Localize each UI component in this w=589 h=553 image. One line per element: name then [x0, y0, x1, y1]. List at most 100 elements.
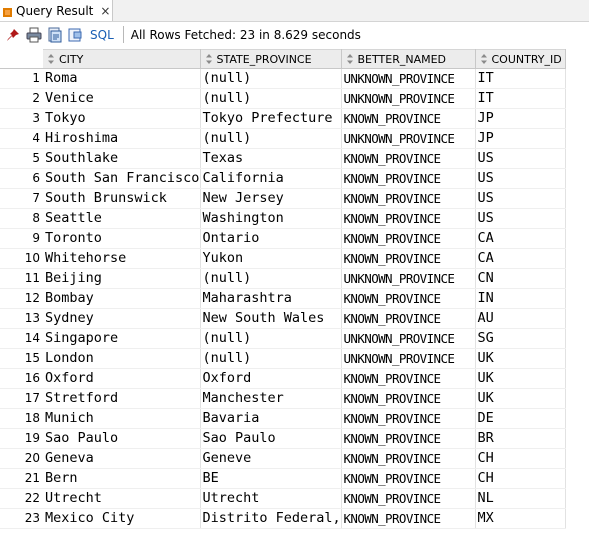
cell-city[interactable]: Munich — [43, 408, 201, 429]
cell-better-named[interactable]: KNOWN_PROVINCE — [341, 488, 476, 509]
table-row[interactable]: 10 Whitehorse Yukon KNOWN_PROVINCE CA — [0, 248, 566, 269]
sql-link[interactable]: SQL — [90, 28, 114, 42]
cell-country-id[interactable]: CA — [475, 228, 566, 249]
table-row[interactable]: 6 South San Francisco California KNOWN_PROV… — [0, 168, 566, 189]
cell-state-province[interactable]: Oxford — [200, 368, 342, 389]
cell-country-id[interactable]: IT — [475, 68, 566, 89]
cell-country-id[interactable]: SG — [475, 328, 566, 349]
export-icon[interactable] — [47, 27, 63, 43]
cell-city[interactable]: Geneva — [43, 448, 201, 469]
table-row[interactable]: 2 Venice (null) UNKNOWN_PROVINCE IT — [0, 88, 566, 109]
cell-state-province[interactable]: Geneve — [200, 448, 342, 469]
cell-state-province[interactable]: Washington — [200, 208, 342, 229]
cell-country-id[interactable]: US — [475, 208, 566, 229]
table-row[interactable]: 5 Southlake Texas KNOWN_PROVINCE US — [0, 148, 566, 169]
cell-country-id[interactable]: NL — [475, 488, 566, 509]
cell-state-province[interactable]: (null) — [200, 68, 342, 89]
cell-city[interactable]: London — [43, 348, 201, 369]
cell-country-id[interactable]: IN — [475, 288, 566, 309]
cell-city[interactable]: Oxford — [43, 368, 201, 389]
cell-state-province[interactable]: Distrito Federal, — [200, 508, 342, 529]
print-icon[interactable] — [26, 27, 42, 43]
cell-state-province[interactable]: (null) — [200, 88, 342, 109]
cell-better-named[interactable]: KNOWN_PROVINCE — [341, 448, 476, 469]
cell-country-id[interactable]: CN — [475, 268, 566, 289]
table-row[interactable]: 16 Oxford Oxford KNOWN_PROVINCE UK — [0, 368, 566, 389]
table-row[interactable]: 15 London (null) UNKNOWN_PROVINCE UK — [0, 348, 566, 369]
cell-country-id[interactable]: IT — [475, 88, 566, 109]
cell-city[interactable]: Beijing — [43, 268, 201, 289]
table-row[interactable]: 12 Bombay Maharashtra KNOWN_PROVINCE IN — [0, 288, 566, 309]
cell-city[interactable]: Whitehorse — [43, 248, 201, 269]
cell-state-province[interactable]: Tokyo Prefecture — [200, 108, 342, 129]
cell-better-named[interactable]: UNKNOWN_PROVINCE — [341, 328, 476, 349]
cell-state-province[interactable]: Maharashtra — [200, 288, 342, 309]
cell-state-province[interactable]: California — [200, 168, 342, 189]
cell-city[interactable]: Singapore — [43, 328, 201, 349]
table-row[interactable]: 3 Tokyo Tokyo Prefecture KNOWN_PROVINCE JP — [0, 108, 566, 129]
cell-country-id[interactable]: US — [475, 168, 566, 189]
table-row[interactable]: 11 Beijing (null) UNKNOWN_PROVINCE CN — [0, 268, 566, 289]
cell-better-named[interactable]: KNOWN_PROVINCE — [341, 408, 476, 429]
table-row[interactable]: 14 Singapore (null) UNKNOWN_PROVINCE SG — [0, 328, 566, 349]
table-row[interactable]: 18 Munich Bavaria KNOWN_PROVINCE DE — [0, 408, 566, 429]
cell-country-id[interactable]: US — [475, 188, 566, 209]
cell-country-id[interactable]: JP — [475, 108, 566, 129]
cell-country-id[interactable]: UK — [475, 388, 566, 409]
cell-city[interactable]: Southlake — [43, 148, 201, 169]
cell-state-province[interactable]: (null) — [200, 128, 342, 149]
cell-better-named[interactable]: KNOWN_PROVINCE — [341, 168, 476, 189]
cell-city[interactable]: Toronto — [43, 228, 201, 249]
cell-better-named[interactable]: UNKNOWN_PROVINCE — [341, 348, 476, 369]
cell-city[interactable]: Sydney — [43, 308, 201, 329]
column-header-city[interactable]: CITY — [43, 49, 201, 69]
cell-state-province[interactable]: BE — [200, 468, 342, 489]
table-row[interactable]: 13 Sydney New South Wales KNOWN_PROVINCE AU — [0, 308, 566, 329]
cell-better-named[interactable]: UNKNOWN_PROVINCE — [341, 68, 476, 89]
cell-state-province[interactable]: Texas — [200, 148, 342, 169]
cell-better-named[interactable]: KNOWN_PROVINCE — [341, 228, 476, 249]
table-row[interactable]: 19 Sao Paulo Sao Paulo KNOWN_PROVINCE BR — [0, 428, 566, 449]
cell-city[interactable]: Roma — [43, 68, 201, 89]
pin-icon[interactable] — [5, 27, 21, 43]
cell-state-province[interactable]: Manchester — [200, 388, 342, 409]
cell-city[interactable]: Utrecht — [43, 488, 201, 509]
cell-country-id[interactable]: UK — [475, 368, 566, 389]
cell-city[interactable]: Bern — [43, 468, 201, 489]
cell-better-named[interactable]: KNOWN_PROVINCE — [341, 468, 476, 489]
cell-better-named[interactable]: KNOWN_PROVINCE — [341, 188, 476, 209]
cell-country-id[interactable]: CH — [475, 468, 566, 489]
cell-country-id[interactable]: AU — [475, 308, 566, 329]
column-header-better-named[interactable]: BETTER_NAMED — [341, 49, 476, 69]
table-row[interactable]: 23 Mexico City Distrito Federal, KNOWN_PROV… — [0, 508, 566, 529]
table-row[interactable]: 17 Stretford Manchester KNOWN_PROVINCE UK — [0, 388, 566, 409]
table-row[interactable]: 9 Toronto Ontario KNOWN_PROVINCE CA — [0, 228, 566, 249]
column-header-country-id[interactable]: COUNTRY_ID — [475, 49, 566, 69]
refresh-icon[interactable] — [68, 27, 84, 43]
cell-city[interactable]: Venice — [43, 88, 201, 109]
table-row[interactable]: 21 Bern BE KNOWN_PROVINCE CH — [0, 468, 566, 489]
table-row[interactable]: 8 Seattle Washington KNOWN_PROVINCE US — [0, 208, 566, 229]
cell-state-province[interactable]: Utrecht — [200, 488, 342, 509]
cell-country-id[interactable]: CA — [475, 248, 566, 269]
cell-country-id[interactable]: BR — [475, 428, 566, 449]
cell-state-province[interactable]: Bavaria — [200, 408, 342, 429]
cell-better-named[interactable]: UNKNOWN_PROVINCE — [341, 88, 476, 109]
cell-city[interactable]: Bombay — [43, 288, 201, 309]
cell-better-named[interactable]: UNKNOWN_PROVINCE — [341, 268, 476, 289]
cell-better-named[interactable]: KNOWN_PROVINCE — [341, 308, 476, 329]
table-row[interactable]: 7 South Brunswick New Jersey KNOWN_PROVINCE… — [0, 188, 566, 209]
cell-state-province[interactable]: (null) — [200, 268, 342, 289]
cell-country-id[interactable]: JP — [475, 128, 566, 149]
cell-state-province[interactable]: Sao Paulo — [200, 428, 342, 449]
tab-query-result[interactable]: Query Result × — [0, 0, 113, 21]
column-header-state-province[interactable]: STATE_PROVINCE — [200, 49, 342, 69]
cell-better-named[interactable]: KNOWN_PROVINCE — [341, 208, 476, 229]
cell-city[interactable]: Stretford — [43, 388, 201, 409]
cell-state-province[interactable]: New South Wales — [200, 308, 342, 329]
cell-better-named[interactable]: KNOWN_PROVINCE — [341, 508, 476, 529]
table-row[interactable]: 4 Hiroshima (null) UNKNOWN_PROVINCE JP — [0, 128, 566, 149]
cell-state-province[interactable]: New Jersey — [200, 188, 342, 209]
cell-city[interactable]: Mexico City — [43, 508, 201, 529]
cell-better-named[interactable]: KNOWN_PROVINCE — [341, 368, 476, 389]
